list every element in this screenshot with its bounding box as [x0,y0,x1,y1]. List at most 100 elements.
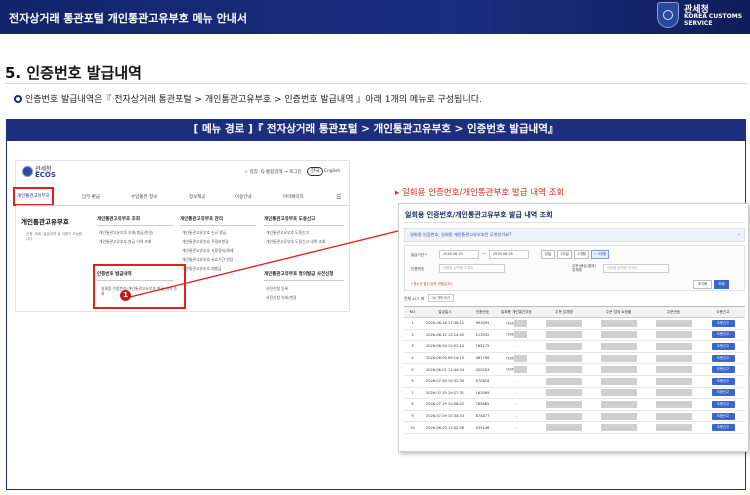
search-button[interactable]: 조회 [714,280,729,289]
cell-cert: 785865 [469,398,496,411]
cell-code: - [496,410,537,423]
cell-order [646,329,701,342]
report-button[interactable]: 도용신고 [711,412,735,420]
masked-block [600,424,637,432]
masked-block [546,366,582,374]
masked-block [600,412,637,420]
cell-vendor [537,398,591,411]
masked-block [655,366,692,374]
period-week-button[interactable]: 1주일 [557,250,572,259]
tilde: ~ [482,251,486,256]
report-button[interactable]: 도용신고 [711,342,735,350]
masked-block [513,319,527,327]
cell-date: 2026-07-30 19:32:39 [421,375,469,388]
code-prefix: O26 [506,321,514,326]
date-to-input[interactable]: 2026-06-18 [489,250,529,259]
cell-order [646,421,701,434]
page-size-select[interactable]: 10 개씩 보기 [428,294,454,302]
col-mall: 주문 업체 쇼핑몰 [591,306,646,318]
masked-block [655,319,692,327]
cert-input[interactable]: 내용을 입력해 주세요 [439,264,505,273]
report-button[interactable]: 도용신고 [711,319,735,327]
cell-date: 2026-06-04 09:14:15 [421,352,469,365]
cell-report: 도용신고 [701,352,745,365]
report-button[interactable]: 도용신고 [711,377,735,385]
masked-block [600,366,637,374]
cell-vendor [537,317,591,330]
cell-cert: 165175 [469,340,496,353]
reset-button[interactable]: 초기화 [693,280,712,289]
report-button[interactable]: 도용신고 [711,354,735,362]
col-report: 도용신고 [701,306,745,318]
masked-block [600,389,637,397]
masked-block [600,354,637,362]
date-from-input[interactable]: 2026-06-19 [439,250,479,259]
cell-report: 도용신고 [701,387,745,400]
period-3month-button[interactable]: ✓ 3개월 [591,250,609,259]
masked-block [546,342,582,350]
masked-block [600,342,637,350]
usage-label: 주문(배송/결제) 업체명 [572,264,596,272]
masked-block [600,319,637,327]
cell-mall [591,398,646,411]
masked-block [655,424,692,432]
period-today-button[interactable]: 당일 [541,250,555,259]
search-form: 발급기간 * 2026-06-19 ~ 2026-06-18 당일 1주일 1개… [404,245,745,291]
cell-no: 10 [404,421,421,434]
faq-label: 일회용 인증번호, 일회용 개인통관고유부호란 무엇인가요? [410,232,512,237]
cell-cert: 162069 [469,387,496,400]
cell-vendor [537,421,591,434]
cell-report: 도용신고 [701,329,745,342]
cell-order [646,340,701,353]
cell-code: - [496,340,537,353]
cell-report: 도용신고 [701,317,745,330]
cell-vendor [537,363,591,376]
cell-cert: 874877 [469,410,496,423]
period-month-button[interactable]: 1개월 [574,250,589,259]
cell-vendor [537,352,591,365]
masked-block [655,342,692,350]
cell-mall [591,363,646,376]
cell-report: 도용신고 [701,421,745,434]
cell-vendor [537,340,591,353]
cell-order [646,363,701,376]
cert-history-screen: 일회용 인증번호/개인통관고유부호 발급 내역 조회 일회용 인증번호, 일회용… [398,203,749,452]
cell-cert: 570816 [469,375,496,388]
usage-input[interactable]: 내용을 입력해 주세요 [603,264,669,273]
cell-no: 7 [404,387,421,400]
cell-code: - [496,375,537,388]
cell-mall [591,410,646,423]
cert-label: 인증번호 [411,267,425,271]
cell-vendor [537,329,591,342]
report-button[interactable]: 도용신고 [711,424,735,432]
cell-no: 8 [404,398,421,411]
table-row: 4 2026-06-04 09:14:15 087796 O26 도용신고 [404,352,745,365]
cell-cert: 087796 [469,352,496,365]
divider [404,222,745,223]
masked-block [655,389,692,397]
report-button[interactable]: 도용신고 [711,366,735,374]
col-vendor: 주문 업체명 [537,306,591,318]
table-header-row: NO 발급일시 인증번호 일회용 개인통관부호 주문 업체명 주문 업체 쇼핑몰… [404,306,745,318]
cell-code: - [496,398,537,411]
chevron-down-icon: ⌄ [737,232,741,237]
cell-date: 2026-06-18 17:38:12 [421,317,469,330]
cell-code: - [496,421,537,434]
report-button[interactable]: 도용신고 [711,389,735,397]
cell-no: 3 [404,340,421,353]
masked-block [513,366,527,374]
faq-accordion[interactable]: 일회용 인증번호, 일회용 개인통관고유부호란 무엇인가요? ⌄ [404,228,745,242]
table-row: 3 2026-06-04 10:02:14 165175 - 도용신고 [404,340,745,353]
cell-vendor [537,387,591,400]
report-button[interactable]: 도용신고 [711,400,735,408]
cell-no: 6 [404,375,421,388]
cell-code: O26 [496,363,537,376]
masked-block [546,400,582,408]
required-note: * 표시는 필수 입력 사항입니다. [411,282,453,286]
cell-order [646,387,701,400]
col-code: 일회용 개인통관부호 [496,306,537,318]
masked-block [655,400,692,408]
masked-block [546,424,582,432]
code-prefix: O26 [506,356,514,361]
report-button[interactable]: 도용신고 [711,331,735,339]
